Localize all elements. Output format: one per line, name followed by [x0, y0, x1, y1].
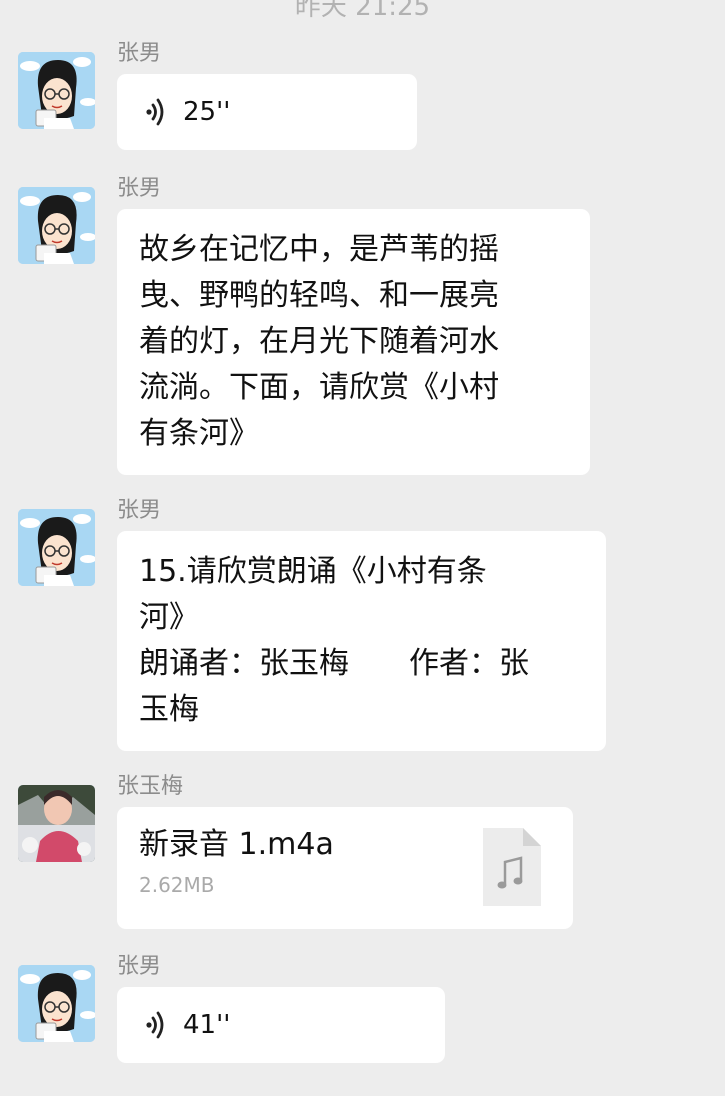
voice-duration: 41'': [183, 1010, 231, 1040]
avatar[interactable]: [18, 187, 95, 264]
sender-name: 张男: [117, 954, 162, 979]
voice-message-bubble[interactable]: 25'': [117, 74, 417, 150]
sender-name: 张男: [117, 41, 162, 66]
music-file-icon: [483, 828, 541, 906]
sender-name: 张男: [117, 176, 162, 201]
voice-message-bubble[interactable]: 41'': [117, 987, 445, 1063]
file-message-bubble[interactable]: 新录音 1.m4a 2.62MB: [117, 807, 573, 929]
sender-name: 张男: [117, 498, 162, 523]
avatar[interactable]: [18, 509, 95, 586]
avatar[interactable]: [18, 52, 95, 129]
text-message-bubble[interactable]: 故乡在记忆中，是芦苇的摇 曳、野鸭的轻鸣、和一展亮 着的灯，在月光下随着河水 流…: [117, 209, 590, 475]
avatar[interactable]: [18, 965, 95, 1042]
sender-name: 张玉梅: [117, 774, 184, 799]
chat-timestamp: 昨天 21:25: [294, 0, 431, 22]
voice-duration: 25'': [183, 97, 231, 127]
voice-wave-icon: [146, 98, 164, 126]
voice-wave-icon: [146, 1011, 164, 1039]
text-message-bubble[interactable]: 15.请欣赏朗诵《小村有条 河》 朗诵者：张玉梅 作者：张 玉梅: [117, 531, 606, 751]
avatar[interactable]: [18, 785, 95, 862]
